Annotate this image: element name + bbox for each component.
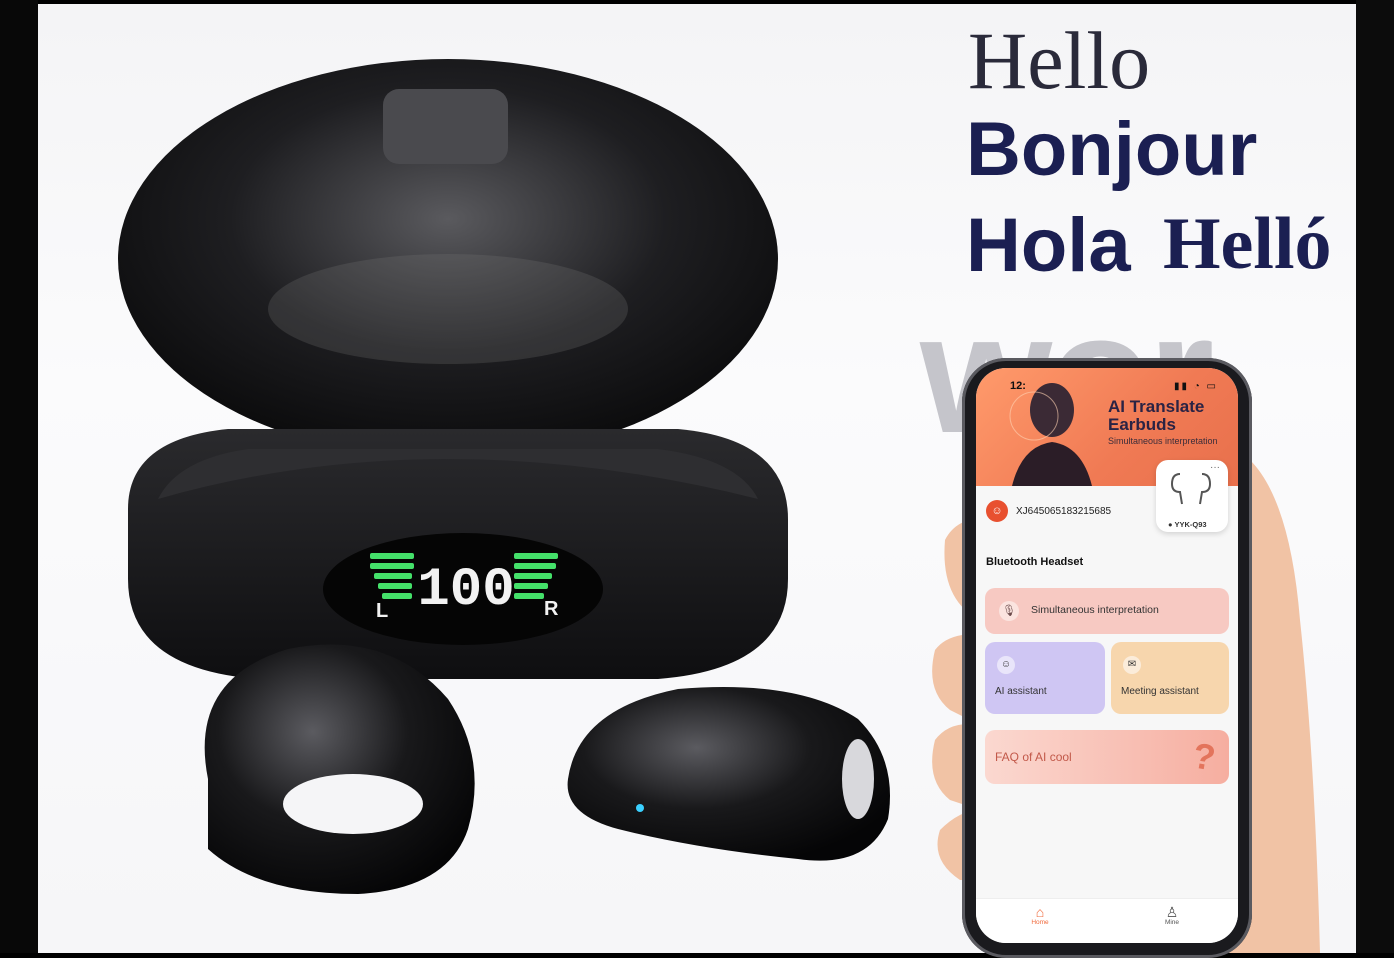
earbuds-case-illustration: 100 L R [118,59,890,894]
phone-screen: 12: ▮▮ ◔ ▭ AI Translate Earbuds Simultan… [976,368,1238,943]
section-title: Bluetooth Headset [986,556,1084,568]
device-model-text: YYK-Q93 [1174,520,1207,529]
greeting-hola: Hola [966,203,1131,288]
more-icon[interactable]: ··· [1210,462,1220,473]
question-icon: ? [1189,734,1219,779]
tab-home-label: Home [1031,919,1049,926]
tab-mine-label: Mine [1164,919,1180,926]
app-subtitle: Simultaneous interpretation [1108,436,1218,446]
battery-readout: 100 [417,560,514,621]
tab-bar: ⌂ Home ♙ Mine [976,898,1238,943]
person-illustration [1009,383,1092,486]
right-border [1356,0,1394,953]
ai-assistant-button[interactable]: ☺ AI assistant [985,642,1105,714]
user-row[interactable]: ☺ XJ645065183215685 [986,500,1111,522]
microphone-icon: 🎙 [999,601,1019,621]
avatar: ☺ [986,500,1008,522]
status-icons: ▮▮ ◔ ▭ [1173,381,1218,392]
simultaneous-interpretation-button[interactable]: 🎙 Simultaneous interpretation [985,588,1229,634]
user-id: XJ645065183215685 [1016,505,1112,517]
tab-home[interactable]: ⌂ Home [1020,905,1060,926]
interpretation-label: Simultaneous interpretation [1031,604,1159,616]
app-title: AI Translate Earbuds [1108,397,1205,434]
greeting-hello: Hello [968,15,1151,106]
chat-icon: ✉ [1123,656,1141,674]
person-icon: ♙ [1165,904,1179,920]
greeting-hello-hungarian: Helló [1163,203,1332,285]
ai-assistant-label: AI assistant [995,686,1047,697]
device-card[interactable]: ··· ● YYK-Q93 [1156,460,1228,532]
meeting-assistant-button[interactable]: ✉ Meeting assistant [1111,642,1229,714]
home-icon: ⌂ [1035,904,1045,920]
faq-button[interactable]: FAQ of AI cool ? [985,730,1229,784]
greeting-bonjour: Bonjour [966,107,1258,192]
meeting-assistant-label: Meeting assistant [1121,686,1199,697]
faq-label: FAQ of AI cool [995,750,1072,764]
device-model: ● YYK-Q93 [1168,520,1207,529]
right-indicator: R [544,598,559,620]
left-indicator: L [376,600,388,622]
left-border [0,0,38,953]
assistant-icon: ☺ [997,656,1015,674]
tab-mine[interactable]: ♙ Mine [1152,905,1192,926]
